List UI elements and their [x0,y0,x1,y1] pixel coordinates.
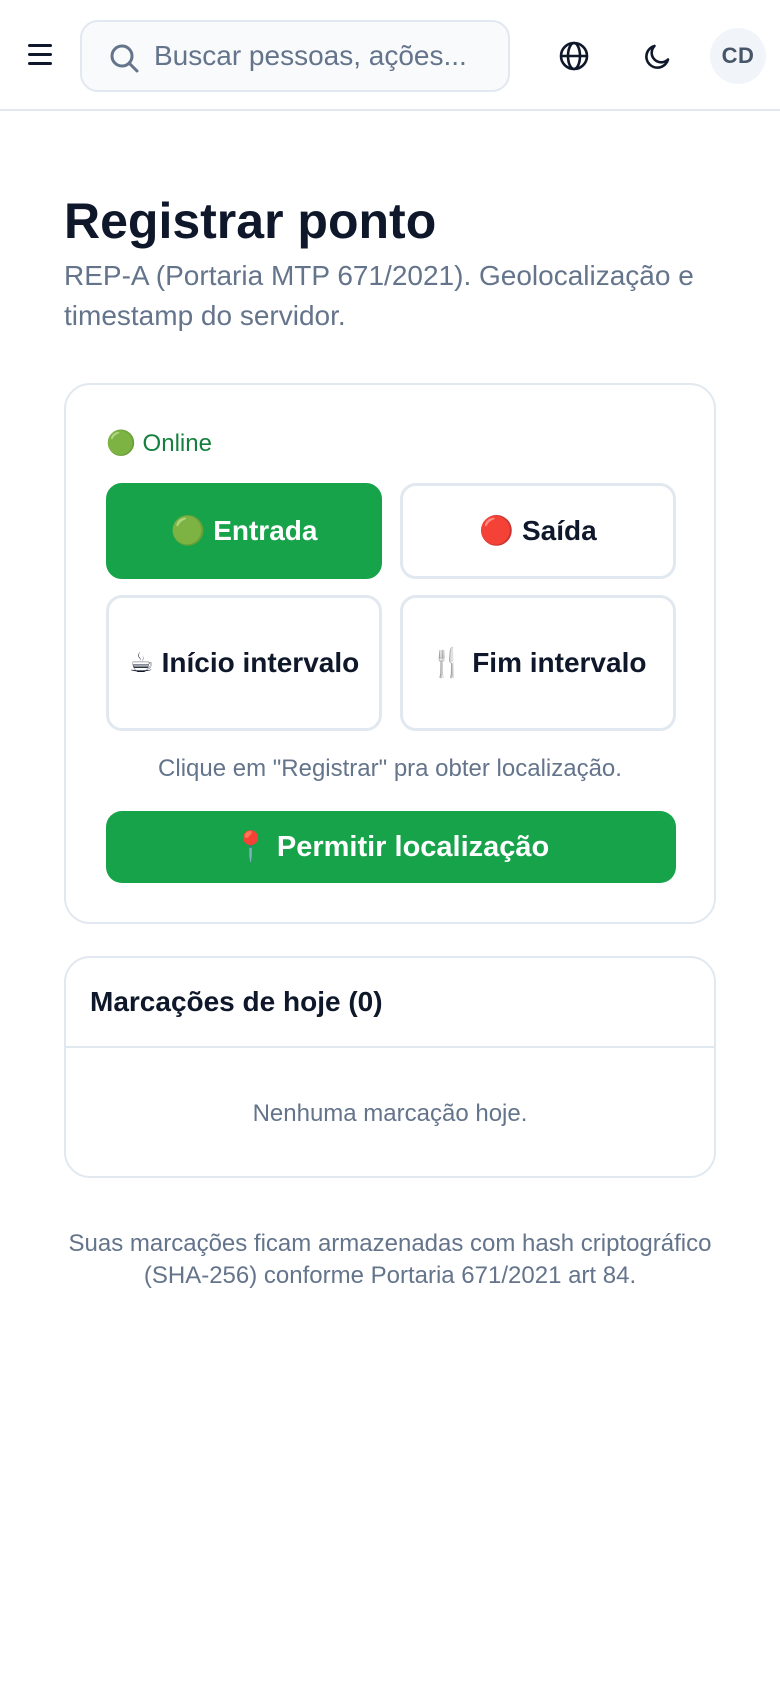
online-status: 🟢 Online [106,430,212,457]
inicio-intervalo-button[interactable]: ☕ Início intervalo [106,595,382,731]
search-box[interactable] [80,20,510,92]
empty-state: Nenhuma marcação hoje. [252,1100,528,1127]
moon-icon[interactable] [636,34,680,78]
search-icon [110,44,139,73]
avatar[interactable]: CD [710,28,766,84]
page-title: Registrar ponto [64,193,437,249]
location-hint: Clique em "Registrar" pra obter localiza… [158,755,622,782]
today-punches-card: Marcações de hoje (0) Nenhuma marcação h… [64,956,716,1178]
menu-icon[interactable] [18,32,62,76]
allow-location-button[interactable]: 📍 Permitir localização [106,811,676,883]
entrada-button[interactable]: 🟢 Entrada [106,483,382,579]
search-input[interactable] [154,34,494,78]
fim-intervalo-button[interactable]: 🍴 Fim intervalo [400,595,676,731]
punch-card: 🟢 Online 🟢 Entrada 🔴 Saída ☕ Início inte… [64,383,716,924]
card-header: Marcações de hoje (0) [66,958,714,1048]
globe-icon[interactable] [552,34,596,78]
top-bar: CD [0,0,780,111]
saida-button[interactable]: 🔴 Saída [400,483,676,579]
page-subtitle: REP-A (Portaria MTP 671/2021). Geolocali… [64,260,694,331]
footnote: Suas marcações ficam armazenadas com has… [68,1230,712,1289]
today-punches-title: Marcações de hoje (0) [90,986,383,1017]
